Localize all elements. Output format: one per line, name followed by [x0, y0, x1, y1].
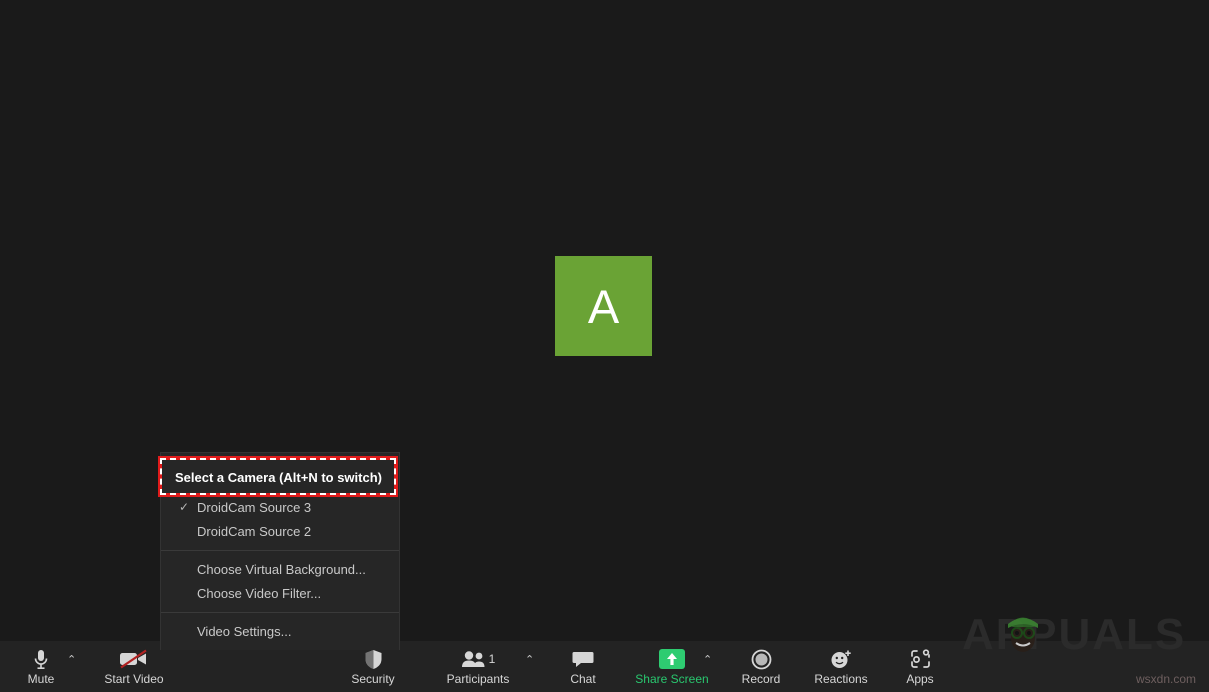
chat-bubble-icon — [572, 648, 594, 670]
reactions-button[interactable]: Reactions — [808, 641, 874, 692]
avatar-letter: A — [587, 279, 620, 333]
participants-chevron-down-icon[interactable]: ⌃ — [525, 655, 534, 666]
record-circle-icon — [751, 648, 772, 670]
menu-item-choose-video-filter[interactable]: Choose Video Filter... — [161, 581, 399, 605]
select-camera-menu[interactable]: Select a Camera (Alt+N to switch) ✓ Droi… — [158, 452, 400, 650]
menu-header-wrapper: Select a Camera (Alt+N to switch) — [158, 456, 399, 497]
mute-chevron-down-icon[interactable]: ⌃ — [67, 655, 76, 666]
menu-item-choose-virtual-background[interactable]: Choose Virtual Background... — [161, 557, 399, 581]
menu-item-label: Choose Video Filter... — [197, 585, 322, 601]
share-screen-chevron-down-icon[interactable]: ⌃ — [703, 655, 712, 666]
participants-button[interactable]: 1 Participants — [440, 641, 516, 692]
menu-item-label: Choose Virtual Background... — [197, 561, 366, 577]
apps-button[interactable]: Apps — [896, 641, 944, 692]
menu-item-droidcam-source-3[interactable]: ✓ DroidCam Source 3 — [161, 495, 399, 519]
zoom-meeting-window: A Select a Camera (Alt+N to switch) ✓ Dr… — [0, 0, 1209, 692]
record-button[interactable]: Record — [733, 641, 789, 692]
menu-item-label: Video Settings... — [197, 623, 292, 639]
camera-off-icon — [119, 648, 149, 670]
participants-label: Participants — [446, 672, 510, 686]
reactions-label: Reactions — [814, 672, 868, 686]
share-screen-button[interactable]: Share Screen — [628, 641, 716, 692]
share-screen-label: Share Screen — [635, 672, 709, 686]
reactions-smiley-icon — [830, 648, 852, 670]
chat-label: Chat — [570, 672, 596, 686]
menu-group-cameras: Select a Camera (Alt+N to switch) ✓ Droi… — [158, 453, 399, 550]
menu-item-label: DroidCam Source 2 — [197, 523, 312, 539]
share-screen-icon — [659, 648, 685, 670]
start-video-label: Start Video — [104, 672, 164, 686]
mute-label: Mute — [27, 672, 55, 686]
mute-button[interactable]: Mute — [14, 641, 68, 692]
checkmark-icon: ✓ — [179, 500, 190, 514]
menu-group-background: Choose Virtual Background... Choose Vide… — [161, 550, 399, 612]
menu-item-label: DroidCam Source 3 — [197, 499, 312, 515]
people-icon: 1 — [461, 648, 496, 670]
microphone-icon — [33, 648, 49, 670]
menu-header-select-camera: Select a Camera (Alt+N to switch) — [175, 469, 382, 485]
shield-icon — [364, 648, 383, 670]
menu-group-settings: Video Settings... — [161, 612, 399, 650]
apps-bracket-icon — [910, 648, 931, 670]
participant-count: 1 — [488, 652, 496, 666]
menu-item-droidcam-source-2[interactable]: DroidCam Source 2 — [161, 519, 399, 543]
security-label: Security — [351, 672, 395, 686]
apps-label: Apps — [906, 672, 934, 686]
participant-avatar[interactable]: A — [555, 256, 652, 356]
record-label: Record — [741, 672, 781, 686]
chat-button[interactable]: Chat — [558, 641, 608, 692]
menu-item-video-settings[interactable]: Video Settings... — [161, 619, 399, 643]
